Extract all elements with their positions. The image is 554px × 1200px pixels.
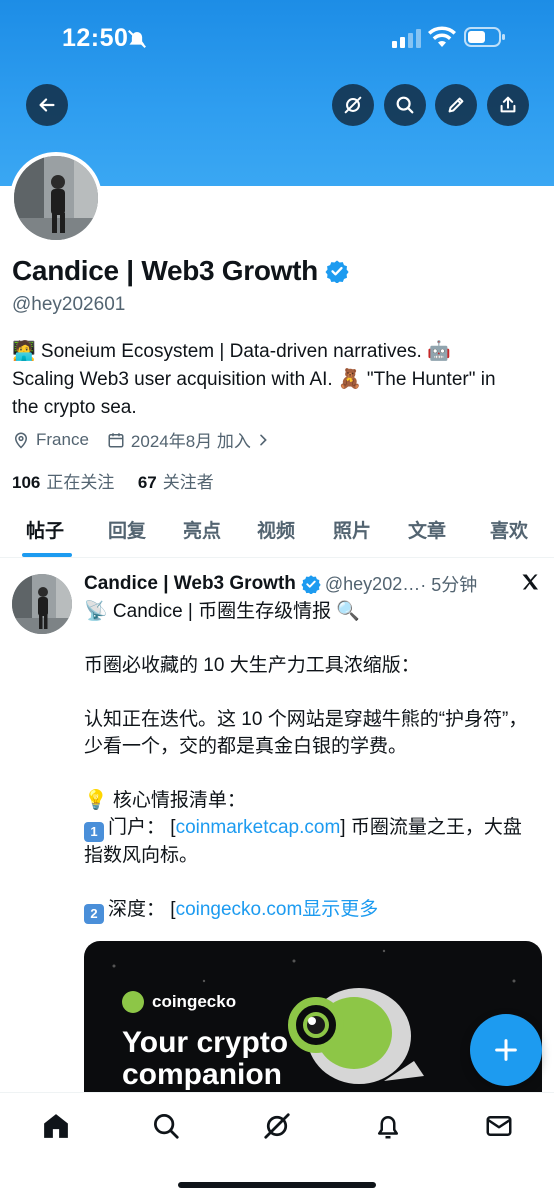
battery-icon — [464, 27, 505, 47]
status-time: 12:50 — [62, 24, 129, 52]
verified-badge-icon — [301, 575, 321, 594]
post-list-item: 1 门户： [coinmarketcap.com] 币圈流量之王，大盘指数风向标。 — [84, 814, 534, 869]
following-label: 正在关注 — [46, 473, 115, 492]
grok-icon[interactable] — [262, 1111, 292, 1141]
post-text: 📡 Candice | 币圈生存级情报 🔍 币圈必收藏的 10 大生产力工具浓缩… — [84, 598, 534, 924]
coingecko-link[interactable]: coingecko.com — [176, 899, 303, 920]
profile-name: Candice | Web3 Growth — [12, 255, 318, 286]
compose-button[interactable] — [470, 1014, 542, 1086]
grok-icon — [344, 96, 362, 114]
followers-label: 关注者 — [162, 473, 214, 492]
post-author-handle: @hey202… — [324, 573, 421, 594]
post-line: 📡 Candice | 币圈生存级情报 🔍 — [84, 601, 361, 622]
verified-badge-icon[interactable] — [325, 259, 349, 283]
post-header: Candice | Web3 Growth @hey202… · 5分钟 — [84, 571, 524, 597]
list-item-label: 深度： [ — [108, 899, 176, 920]
profile-tabs: 帖子 回复 亮点 视频 照片 文章 喜欢 — [0, 506, 554, 558]
profile-bio: 🧑‍💻 Soneium Ecosystem | Data-driven narr… — [12, 338, 542, 422]
show-more-text: 显示更多 — [302, 899, 379, 920]
post-list-item: 2 深度： [coingecko.com显示更多 — [84, 896, 534, 924]
post-timestamp[interactable]: · 5分钟 — [420, 571, 477, 597]
bio-line: the crypto sea. — [12, 397, 137, 418]
card-tagline-line: companion — [122, 1058, 283, 1091]
coinmarketcap-link[interactable]: coinmarketcap.com — [176, 817, 341, 838]
tab-posts[interactable]: 帖子 — [26, 516, 64, 543]
active-tab-indicator — [22, 553, 72, 557]
followers-link[interactable]: 67 关注者 — [138, 473, 214, 492]
keycap-one-icon: 1 — [84, 822, 104, 842]
tab-highlights[interactable]: 亮点 — [183, 516, 221, 543]
share-icon — [500, 96, 516, 113]
post-line: 💡 核心情报清单： — [84, 790, 246, 811]
join-date-info: 2024年8月 加入 — [107, 427, 271, 452]
back-button[interactable] — [26, 84, 68, 126]
search-icon[interactable] — [151, 1111, 181, 1141]
profile-meta: France 2024年8月 加入 — [12, 427, 289, 452]
share-button[interactable] — [487, 84, 529, 126]
gecko-icon — [122, 991, 144, 1013]
status-bar: 12:50 — [0, 0, 554, 74]
wifi-icon — [428, 26, 456, 47]
coingecko-logo: coingecko — [122, 991, 236, 1013]
edit-profile-button[interactable] — [435, 84, 477, 126]
tab-articles[interactable]: 文章 — [408, 516, 446, 543]
notifications-bell-icon[interactable] — [373, 1111, 403, 1141]
bio-line: 🧑‍💻 Soneium Ecosystem | Data-driven narr… — [12, 341, 451, 362]
tab-videos[interactable]: 视频 — [257, 516, 295, 543]
location-info: France — [12, 430, 89, 450]
avatar-photo — [14, 156, 98, 240]
post[interactable]: Candice | Web3 Growth @hey202… · 5分钟 📡 C… — [0, 558, 554, 1098]
tab-replies[interactable]: 回复 — [108, 516, 146, 543]
card-tagline: Your crypto companion — [122, 1027, 288, 1091]
cellular-signal-icon — [392, 29, 421, 48]
home-icon[interactable] — [41, 1111, 71, 1141]
keycap-two-icon: 2 — [84, 904, 104, 924]
list-item-label: 门户： [ — [108, 817, 176, 838]
avatar-photo — [12, 574, 72, 634]
card-tagline-line: Your crypto — [122, 1026, 289, 1059]
join-date-text: 2024年8月 加入 — [130, 432, 251, 451]
post-author-name[interactable]: Candice | Web3 Growth — [84, 573, 296, 595]
post-media-card[interactable]: coingecko Your crypto companion — [84, 941, 542, 1098]
x-logo-icon — [522, 574, 538, 590]
profile-avatar[interactable] — [10, 152, 102, 244]
post-line: 认知正在迭代。这 10 个网站是穿越牛熊的“护身符”，少看一个，交的都是真金白银… — [84, 709, 528, 757]
grok-button[interactable] — [332, 84, 374, 126]
profile-name-row: Candice | Web3 Growth — [12, 255, 349, 287]
location-text: France — [36, 429, 89, 449]
followers-count: 67 — [137, 473, 157, 492]
bell-muted-icon — [128, 30, 146, 48]
following-link[interactable]: 106 正在关注 — [12, 473, 114, 492]
card-brand: coingecko — [152, 992, 237, 1011]
follow-counts: 106 正在关注 67 关注者 — [12, 468, 214, 493]
profile-handle: @hey202601 — [12, 294, 126, 315]
pencil-icon — [448, 97, 464, 113]
back-arrow-icon — [39, 98, 55, 112]
search-icon — [396, 96, 414, 114]
location-pin-icon — [14, 432, 28, 449]
tab-likes[interactable]: 喜欢 — [490, 516, 528, 543]
post-line: 币圈必收藏的 10 大生产力工具浓缩版： — [84, 655, 420, 676]
bio-line: Scaling Web3 user acquisition with AI. 🧸… — [12, 369, 496, 390]
post-author-avatar[interactable] — [12, 574, 72, 634]
tab-photos[interactable]: 照片 — [333, 516, 371, 543]
chevron-right-icon[interactable] — [255, 432, 271, 448]
home-indicator — [178, 1182, 376, 1188]
messages-envelope-icon[interactable] — [484, 1111, 514, 1141]
following-count: 106 — [12, 473, 41, 492]
show-more-link[interactable]: 显示更多 — [302, 899, 378, 920]
calendar-icon — [108, 432, 124, 447]
search-button[interactable] — [384, 84, 426, 126]
plus-icon — [495, 1039, 517, 1061]
